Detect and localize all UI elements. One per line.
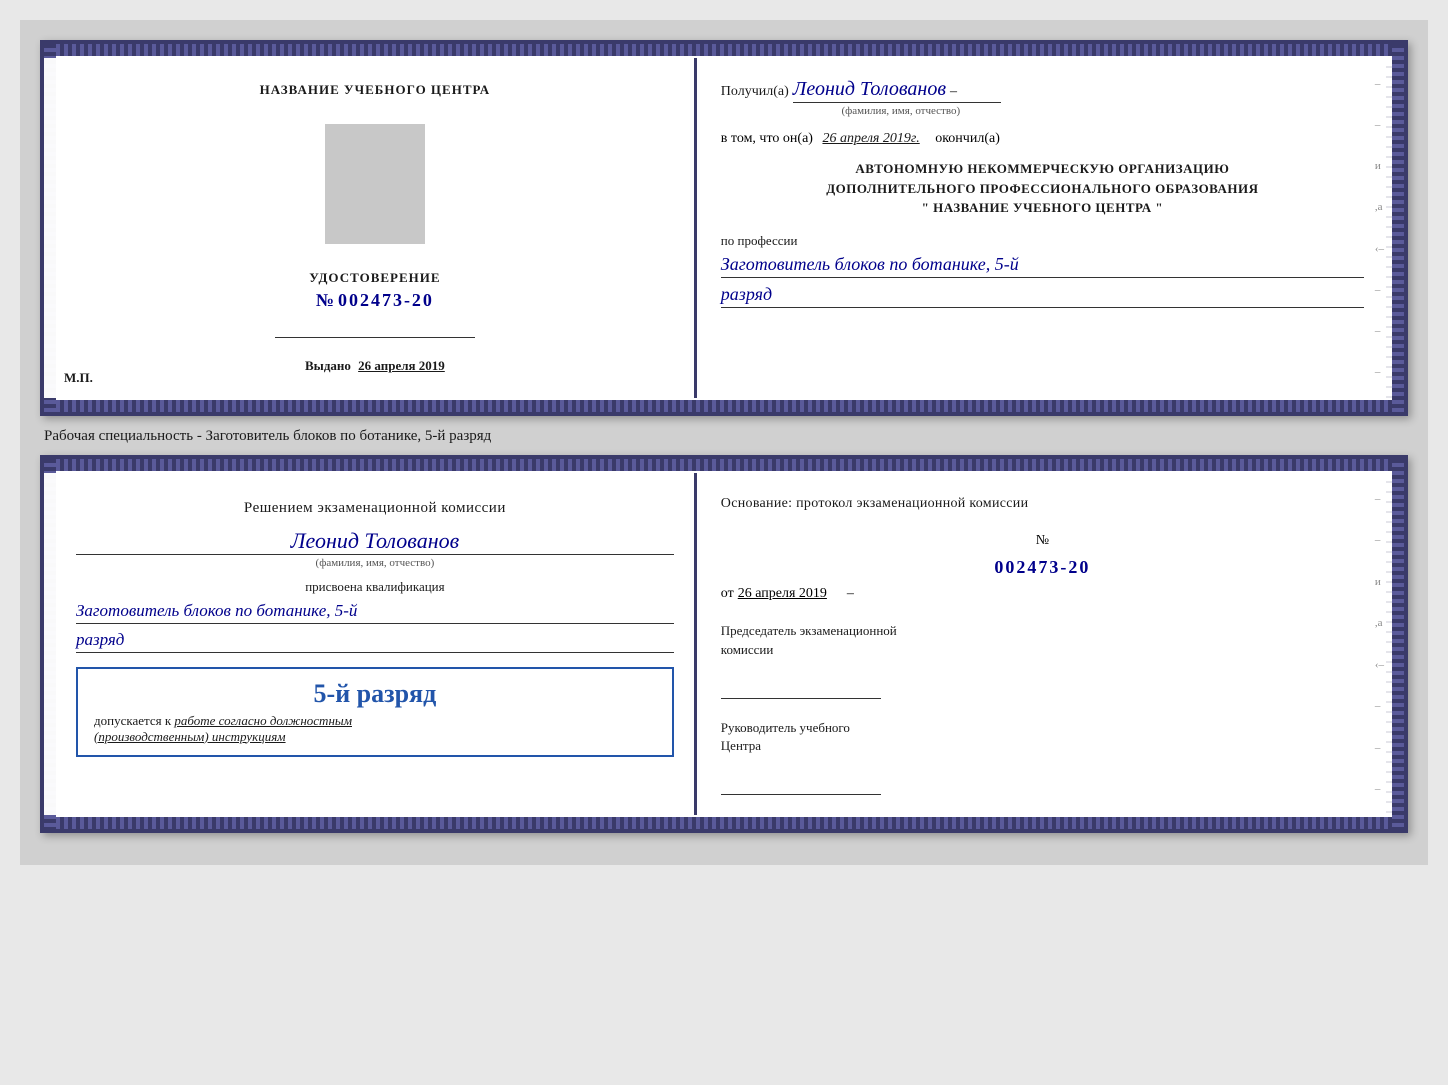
- org-block: АВТОНОМНУЮ НЕКОММЕРЧЕСКУЮ ОРГАНИЗАЦИЮ ДО…: [721, 159, 1364, 218]
- profession-label: по профессии: [721, 233, 798, 248]
- protocol-prefix: №: [1036, 533, 1049, 548]
- issued-date: 26 апреля 2019: [358, 358, 445, 373]
- received-prefix: Получил(а): [721, 84, 789, 99]
- chairman-block: Председатель экзаменационной комиссии: [721, 622, 1364, 698]
- director-sig-line: [721, 775, 881, 795]
- received-name: Леонид Толованов: [793, 78, 946, 103]
- mp-label: М.П.: [64, 370, 93, 386]
- issued-label: Выдано: [305, 358, 351, 373]
- director-line1: Руководитель учебного: [721, 720, 850, 735]
- rank-block: разряд: [721, 284, 1364, 308]
- date-line: в том, что он(а) 26 апреля 2019г. окончи…: [721, 131, 1364, 147]
- header-stripe: [44, 44, 1404, 56]
- footer-stripe-cert: [44, 400, 1404, 412]
- org-line3: " НАЗВАНИЕ УЧЕБНОГО ЦЕНТРА ": [721, 198, 1364, 218]
- cert-left-panel: НАЗВАНИЕ УЧЕБНОГО ЦЕНТРА УДОСТОВЕРЕНИЕ №…: [44, 58, 697, 398]
- cert-right-panel: Получил(а) Леонид Толованов – (фамилия, …: [697, 58, 1404, 398]
- from-date: 26 апреля 2019: [738, 586, 827, 602]
- right-stripe-qual: [1392, 459, 1404, 829]
- director-title: Руководитель учебного Центра: [721, 719, 1364, 755]
- date-prefix: в том, что он(а): [721, 131, 813, 146]
- chairman-sig-line: [721, 679, 881, 699]
- qualification-card: Решением экзаменационной комиссии Леонид…: [40, 455, 1408, 833]
- footer-stripe-qual: [44, 817, 1404, 829]
- cert-number-block: УДОСТОВЕРЕНИЕ № 002473-20: [309, 270, 440, 311]
- director-line2: Центра: [721, 738, 761, 753]
- header-stripe-2: [44, 459, 1404, 471]
- chairman-line1: Председатель экзаменационной: [721, 623, 897, 638]
- signature-underline: [275, 337, 475, 338]
- profession-value: Заготовитель блоков по ботанике, 5-й: [721, 254, 1364, 278]
- cert-label: УДОСТОВЕРЕНИЕ: [309, 270, 440, 286]
- qual-left-panel: Решением экзаменационной комиссии Леонид…: [44, 473, 697, 815]
- org-line2: ДОПОЛНИТЕЛЬНОГО ПРОФЕССИОНАЛЬНОГО ОБРАЗО…: [721, 179, 1364, 199]
- qual-right-panel: Основание: протокол экзаменационной коми…: [697, 473, 1404, 815]
- date-value: 26 апреля 2019г.: [822, 131, 919, 146]
- dash: –: [950, 84, 957, 99]
- date-suffix: окончил(а): [935, 131, 1000, 146]
- right-stripe-cert: [1392, 44, 1404, 412]
- stamp-sub-prefix: допускается к: [94, 713, 171, 728]
- chairman-line2: комиссии: [721, 642, 774, 657]
- chairman-title: Председатель экзаменационной комиссии: [721, 622, 1364, 658]
- received-block: Получил(а) Леонид Толованов – (фамилия, …: [721, 78, 1364, 119]
- stamp-sub-end: (производственным) инструкциям: [94, 729, 286, 744]
- stamp-box: 5-й разряд допускается к работе согласно…: [76, 667, 674, 757]
- photo-placeholder: [325, 124, 425, 244]
- qual-name-block: Леонид Толованов (фамилия, имя, отчество…: [76, 528, 674, 569]
- stamp-sub-italic: работе согласно должностным: [174, 713, 352, 728]
- cert-no-prefix: №: [316, 290, 334, 310]
- qual-profession: Заготовитель блоков по ботанике, 5-й: [76, 601, 674, 624]
- from-prefix: от: [721, 586, 734, 602]
- protocol-number: 002473-20: [721, 557, 1364, 578]
- org-line1: АВТОНОМНУЮ НЕКОММЕРЧЕСКУЮ ОРГАНИЗАЦИЮ: [721, 159, 1364, 179]
- right-edge-marks: – – и ,а ‹– – – –: [1375, 78, 1384, 378]
- specialty-label: Рабочая специальность - Заготовитель бло…: [40, 428, 1408, 445]
- page-wrapper: НАЗВАНИЕ УЧЕБНОГО ЦЕНТРА УДОСТОВЕРЕНИЕ №…: [20, 20, 1428, 865]
- profession-block: по профессии Заготовитель блоков по бота…: [721, 232, 1364, 278]
- qual-name: Леонид Толованов: [291, 528, 460, 553]
- cert-content-row: НАЗВАНИЕ УЧЕБНОГО ЦЕНТРА УДОСТОВЕРЕНИЕ №…: [44, 58, 1404, 398]
- rank-value-cert: разряд: [721, 284, 1364, 308]
- issued-line: Выдано 26 апреля 2019: [305, 358, 445, 374]
- decision-text: Решением экзаменационной комиссии: [76, 497, 674, 520]
- stamp-main-text: 5-й разряд: [94, 679, 656, 709]
- right-edge-marks-2: – – и ,а ‹– – – –: [1375, 493, 1384, 795]
- fio-label-cert: (фамилия, имя, отчество): [801, 102, 1001, 117]
- training-center-title: НАЗВАНИЕ УЧЕБНОГО ЦЕНТРА: [260, 82, 491, 98]
- qual-fio-label: (фамилия, имя, отчество): [76, 554, 674, 569]
- certificate-card: НАЗВАНИЕ УЧЕБНОГО ЦЕНТРА УДОСТОВЕРЕНИЕ №…: [40, 40, 1408, 416]
- qual-content-row: Решением экзаменационной комиссии Леонид…: [44, 473, 1404, 815]
- stamp-sub-text: допускается к работе согласно должностны…: [94, 713, 656, 745]
- qual-assigned: присвоена квалификация: [76, 579, 674, 595]
- from-date-block: от 26 апреля 2019 –: [721, 586, 1364, 602]
- cert-number: 002473-20: [338, 290, 434, 310]
- qual-rank: разряд: [76, 630, 674, 653]
- cert-no-line: № 002473-20: [309, 290, 440, 311]
- protocol-block: № 002473-20: [721, 531, 1364, 578]
- director-block: Руководитель учебного Центра: [721, 719, 1364, 795]
- basis-text: Основание: протокол экзаменационной коми…: [721, 493, 1364, 515]
